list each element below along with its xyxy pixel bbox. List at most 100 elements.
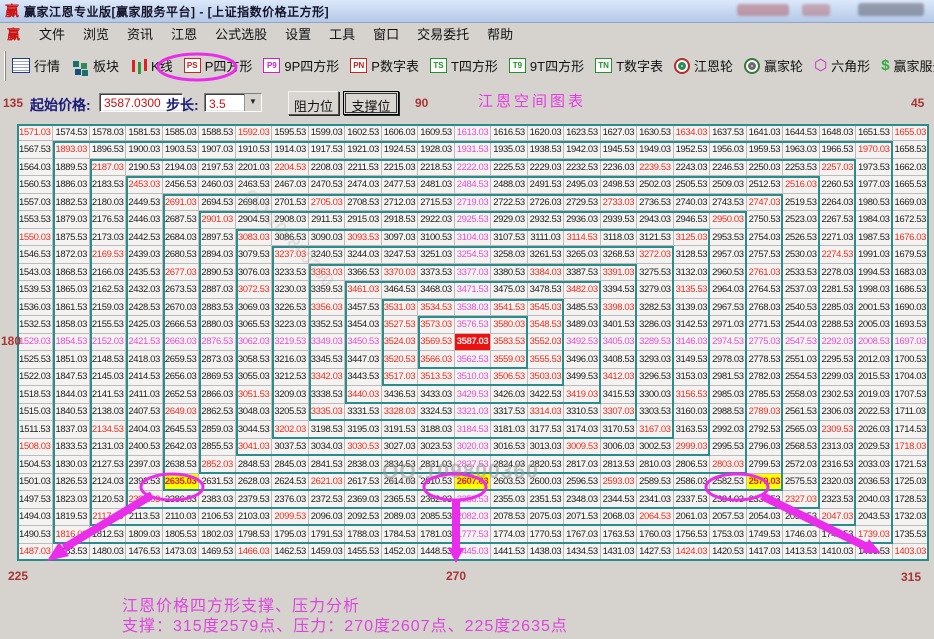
step-combo[interactable]: 3.5 ▼ (204, 93, 262, 112)
grid-cell: 1970.03 (856, 141, 892, 158)
grid-cell: 2733.03 (601, 194, 637, 211)
analysis-caption-line2: 支撑：315度2579点、压力：270度2607点、225度2635点 (122, 612, 568, 636)
grid-cell: 2558.03 (783, 386, 819, 403)
grid-cell: 3492.53 (564, 334, 600, 351)
tn-badge-icon: TN (595, 58, 612, 73)
grid-cell: 1991.03 (856, 246, 892, 263)
grid-cell: 3548.53 (528, 316, 564, 333)
toolbar-item-kline[interactable]: K线 (130, 56, 173, 75)
menu-item-settings[interactable]: 设置 (276, 22, 320, 45)
toolbar-item-hexagon[interactable]: ⬡六角形 (814, 56, 870, 75)
grid-cell: 3324.53 (418, 404, 454, 421)
grid-cell: 2407.53 (126, 404, 162, 421)
grid-cell: 2509.03 (710, 176, 746, 193)
toolbar-item-winner-wheel[interactable]: 赢家轮 (744, 56, 803, 75)
grid-cell: 1984.03 (856, 211, 892, 228)
wheel-icon (674, 58, 690, 74)
grid-cell: 2712.03 (382, 194, 418, 211)
grid-cell: 1529.03 (17, 334, 53, 351)
grid-cell: 2054.03 (747, 509, 783, 526)
grid-cell: 2593.03 (601, 474, 637, 491)
grid-cell: 1438.03 (528, 544, 564, 561)
chevron-down-icon[interactable]: ▼ (244, 94, 261, 111)
grid-cell: 2824.03 (491, 456, 527, 473)
toolbar-item-quotes[interactable]: 行情 (12, 56, 60, 75)
grid-cell: 2498.53 (601, 176, 637, 193)
grid-cell: 3380.53 (491, 264, 527, 281)
menu-item-window[interactable]: 窗口 (364, 22, 408, 45)
grid-cell: 1644.53 (783, 124, 819, 141)
grid-cell: 2628.03 (236, 474, 272, 491)
grid-cell: 3408.53 (601, 351, 637, 368)
grid-cell: 2211.53 (345, 159, 381, 176)
grid-cell: 3030.53 (345, 439, 381, 456)
grid-cell: 1777.53 (455, 526, 491, 543)
toolbar-item-winner-service[interactable]: $赢家服务 (881, 56, 934, 75)
grid-cell: 3209.03 (272, 386, 308, 403)
toolbar-item-p-number-table[interactable]: PNP数字表 (350, 56, 419, 75)
grid-cell: 2775.03 (747, 334, 783, 351)
grid-cell: 2092.53 (345, 509, 381, 526)
grid-cell: 2103.03 (236, 509, 272, 526)
menu-item-file[interactable]: 文件 (30, 22, 74, 45)
grid-cell: 3251.03 (418, 246, 454, 263)
menu-item-formula-stock-pick[interactable]: 公式选股 (206, 22, 276, 45)
grid-cell: 3555.53 (528, 351, 564, 368)
menu-item-tools[interactable]: 工具 (320, 22, 364, 45)
pn-badge-icon: PN (350, 58, 367, 73)
toolbar-item-gann-wheel[interactable]: 江恩轮 (674, 56, 733, 75)
grid-cell: 2750.53 (747, 211, 783, 228)
grid-cell: 2554.53 (783, 369, 819, 386)
grid-cell: 1550.03 (17, 229, 53, 246)
grid-cell: 2232.53 (564, 159, 600, 176)
grid-cell: 2537.03 (783, 281, 819, 298)
menu-item-help[interactable]: 帮助 (478, 22, 522, 45)
menu-item-browse[interactable]: 浏览 (74, 22, 118, 45)
grid-cell: 2155.53 (90, 316, 126, 333)
grid-cell: 3237.03 (272, 246, 308, 263)
grid-cell: 2411.03 (126, 386, 162, 403)
grid-cell: 1889.53 (53, 159, 89, 176)
grid-cell: 2810.03 (637, 456, 673, 473)
grid-cell: 1959.53 (747, 141, 783, 158)
grid-cell: 3079.53 (236, 246, 272, 263)
grid-cell: 2414.53 (126, 369, 162, 386)
grid-cell: 2446.03 (126, 211, 162, 228)
grid-cell: 3037.53 (272, 439, 308, 456)
grid-cell: 3072.53 (236, 281, 272, 298)
grid-cell: 2365.53 (382, 491, 418, 508)
toolbar-item-t-square[interactable]: TST四方形 (430, 56, 498, 75)
grid-cell: 2764.53 (747, 281, 783, 298)
grid-cell: 3016.53 (491, 439, 527, 456)
toolbar-item-t-number-table[interactable]: TNT数字表 (595, 56, 663, 75)
grid-cell: 3443.53 (345, 369, 381, 386)
toolbar-item-p-square[interactable]: PSP四方形 (184, 56, 253, 75)
toolbar-item-9t-square[interactable]: T99T四方形 (509, 56, 584, 75)
grid-cell: 2348.03 (564, 491, 600, 508)
support-button[interactable]: 支撑位 (343, 91, 399, 115)
grid-cell: 3114.53 (564, 229, 600, 246)
toolbar-item-9p-square[interactable]: P99P四方形 (263, 56, 339, 75)
grid-cell: 2761.03 (747, 264, 783, 281)
menu-item-trade[interactable]: 交易委托 (408, 22, 478, 45)
grid-cell: 2684.03 (163, 229, 199, 246)
grid-cell: 2806.53 (674, 456, 710, 473)
grid-cell: 3156.53 (674, 386, 710, 403)
grid-cell: 1616.53 (491, 124, 527, 141)
grid-cell: 1452.03 (382, 544, 418, 561)
grid-cell: 2068.03 (601, 509, 637, 526)
grid-cell: 1567.53 (17, 141, 53, 158)
resistance-button[interactable]: 阻力位 (288, 91, 339, 115)
grid-cell: 2656.03 (163, 369, 199, 386)
grid-cell: 3352.53 (309, 316, 345, 333)
grid-cell: 1784.53 (382, 526, 418, 543)
grid-cell: 1847.53 (53, 369, 89, 386)
toolbar-item-sectors[interactable]: 板块 (71, 56, 119, 75)
grid-cell: 1424.03 (674, 544, 710, 561)
grid-cell: 1931.53 (455, 141, 491, 158)
grid-cell: 2736.53 (637, 194, 673, 211)
grid-cell: 1728.53 (893, 491, 929, 508)
toolbar-item-label: 行情 (34, 56, 60, 75)
menu-item-news[interactable]: 资讯 (118, 22, 162, 45)
menu-item-gann[interactable]: 江恩 (162, 22, 206, 45)
